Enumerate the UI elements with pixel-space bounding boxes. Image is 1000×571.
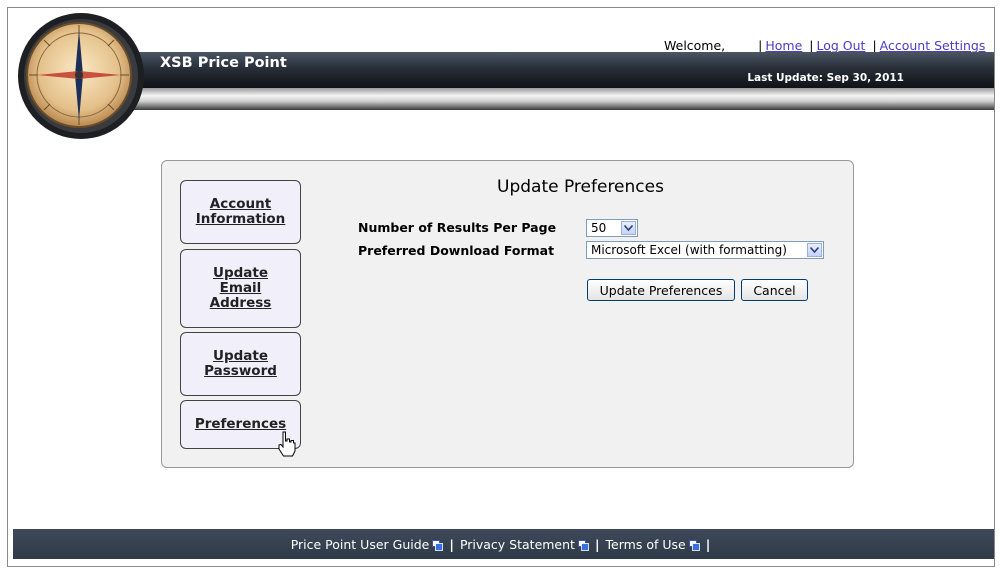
sidebar-item-account-information[interactable]: Account Information — [180, 180, 301, 244]
sidebar-item-label: Update Password — [204, 348, 277, 379]
external-window-icon — [432, 539, 444, 551]
external-window-icon — [577, 539, 589, 551]
top-nav: Welcome, | Home | Log Out | Account Setting… — [664, 38, 986, 53]
terms-of-use-label: Terms of Use — [605, 536, 686, 552]
logout-link[interactable]: Log Out — [816, 38, 865, 53]
external-window-icon — [688, 539, 700, 551]
chevron-down-icon[interactable] — [621, 221, 636, 235]
app-title: XSB Price Point — [160, 55, 287, 71]
sidebar-item-update-password[interactable]: Update Password — [180, 332, 301, 396]
results-per-page-label: Number of Results Per Page — [358, 220, 557, 235]
results-per-page-value: 50 — [591, 221, 607, 235]
compass-logo-icon — [18, 13, 144, 139]
header-chrome-bar — [96, 88, 994, 110]
sidebar-item-label: Update Email Address — [209, 265, 272, 311]
update-preferences-button[interactable]: Update Preferences — [587, 279, 735, 301]
preferences-panel: Account Information Update Email Address… — [161, 160, 854, 468]
cancel-button[interactable]: Cancel — [741, 279, 808, 301]
account-settings-link[interactable]: Account Settings — [880, 38, 986, 53]
header-banner: XSB Price Point Last Update: Sep 30, 201… — [96, 52, 994, 88]
user-guide-link[interactable]: Price Point User Guide — [291, 537, 444, 552]
sidebar-item-update-email[interactable]: Update Email Address — [180, 249, 301, 328]
user-guide-label: Price Point User Guide — [290, 536, 430, 552]
footer-bar: Price Point User Guide | Privacy Stateme… — [13, 529, 994, 559]
terms-of-use-link[interactable]: Terms of Use — [606, 537, 700, 552]
privacy-statement-link[interactable]: Privacy Statement — [460, 537, 589, 552]
last-update-text: Last Update: Sep 30, 2011 — [747, 72, 904, 84]
download-format-value: Microsoft Excel (with formatting) — [591, 243, 787, 257]
privacy-statement-label: Privacy Statement — [459, 536, 575, 552]
home-link[interactable]: Home — [765, 38, 802, 53]
results-per-page-select[interactable]: 50 — [586, 219, 638, 237]
sidebar-item-label: Account Information — [195, 196, 286, 227]
hand-pointer-icon — [278, 431, 296, 457]
download-format-select[interactable]: Microsoft Excel (with formatting) — [586, 241, 824, 259]
sidebar-item-label: Preferences — [194, 416, 287, 432]
welcome-text: Welcome, — [664, 38, 726, 53]
chevron-down-icon[interactable] — [807, 243, 822, 257]
download-format-label: Preferred Download Format — [358, 243, 555, 258]
page-title: Update Preferences — [497, 177, 664, 197]
